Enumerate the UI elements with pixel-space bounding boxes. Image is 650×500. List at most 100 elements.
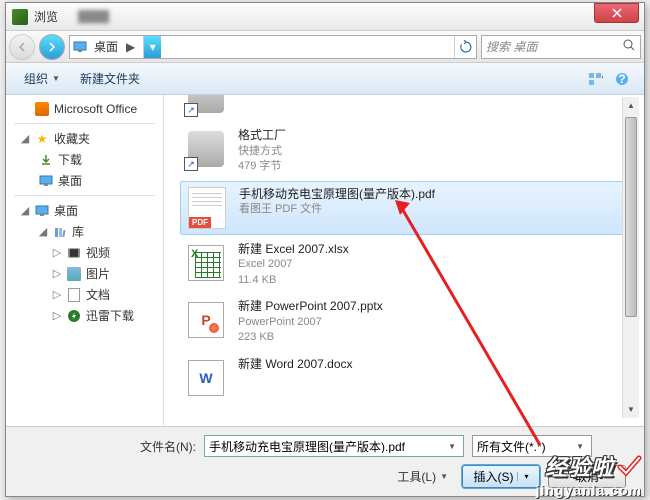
tools-menu[interactable]: 工具(L) ▼: [391, 466, 454, 487]
tree-item-pictures[interactable]: ▷ 图片: [6, 263, 163, 284]
filename-input[interactable]: [209, 439, 445, 453]
tree-label: 桌面: [54, 202, 78, 219]
breadcrumb[interactable]: 桌面 ▶ ▾: [69, 35, 477, 59]
star-icon: ★: [34, 131, 50, 147]
watermark: 经验啦 jingyanla.com: [536, 450, 642, 498]
chevron-down-icon: ▼: [440, 472, 448, 481]
expand-icon[interactable]: ▷: [52, 267, 62, 280]
file-dialog: 浏览 ████ 桌面 ▶ ▾ 搜索 桌面: [5, 2, 645, 497]
vertical-scrollbar[interactable]: ▲ ▼: [622, 97, 639, 418]
expand-icon[interactable]: ▷: [52, 309, 62, 322]
docx-icon: [184, 356, 228, 400]
file-name: 手机移动充电宝原理图(量产版本).pdf: [239, 186, 629, 203]
nav-tree[interactable]: Microsoft Office ◢ ★ 收藏夹 下载 桌面 ◢ 桌面: [6, 95, 164, 425]
file-name: 新建 Word 2007.docx: [238, 356, 630, 373]
svg-text:?: ?: [618, 72, 625, 86]
excel-app-icon: [12, 9, 28, 25]
pptx-icon: [184, 298, 228, 342]
search-input[interactable]: 搜索 桌面: [481, 35, 641, 59]
tree-item-favorites[interactable]: ◢ ★ 收藏夹: [6, 128, 163, 149]
new-folder-button[interactable]: 新建文件夹: [72, 66, 148, 91]
file-row[interactable]: 新建 Word 2007.docx: [180, 352, 634, 404]
refresh-button[interactable]: [454, 36, 476, 58]
scroll-thumb[interactable]: [625, 117, 637, 317]
close-button[interactable]: [594, 3, 639, 23]
toolbar: 组织 ▼ 新建文件夹 ?: [6, 63, 644, 95]
tree-item-desktop-fav[interactable]: 桌面: [6, 170, 163, 191]
expand-icon[interactable]: ◢: [38, 225, 48, 238]
file-row-selected[interactable]: 手机移动充电宝原理图(量产版本).pdf 看图王 PDF 文件: [180, 181, 634, 235]
tree-item-videos[interactable]: ▷ 视频: [6, 242, 163, 263]
tree-label: 图片: [86, 265, 110, 282]
file-name: 新建 PowerPoint 2007.pptx: [238, 298, 630, 315]
documents-icon: [66, 287, 82, 303]
arrow-left-icon: [16, 41, 28, 53]
download-icon: [38, 152, 54, 168]
thumbnails-icon: [588, 72, 604, 86]
window-title: 浏览: [34, 8, 58, 25]
file-row[interactable]: 新建 PowerPoint 2007.pptx PowerPoint 2007 …: [180, 294, 634, 350]
tree-label: Microsoft Office: [54, 102, 137, 116]
office-icon: [34, 101, 50, 117]
tree-item-libraries[interactable]: ◢ 库: [6, 221, 163, 242]
help-button[interactable]: ?: [610, 68, 634, 90]
tree-label: 收藏夹: [54, 130, 90, 147]
app-shortcut-icon: [184, 95, 228, 117]
expand-icon[interactable]: ▷: [52, 288, 62, 301]
pdf-icon: [185, 186, 229, 230]
nav-bar: 桌面 ▶ ▾ 搜索 桌面: [6, 31, 644, 63]
file-row[interactable]: 新建 Excel 2007.xlsx Excel 2007 11.4 KB: [180, 237, 634, 293]
file-name: 新建 Excel 2007.xlsx: [238, 241, 630, 258]
tree-item-xunlei[interactable]: ▷ 迅雷下载: [6, 305, 163, 326]
tree-label: 迅雷下载: [86, 307, 134, 324]
desktop-icon: [70, 37, 90, 57]
file-list[interactable]: 快捷方式 格式工厂 快捷方式 479 字节 手机移动充电宝原理图(量产版本).p…: [164, 95, 644, 425]
insert-button[interactable]: 插入(S) ▾: [462, 465, 540, 488]
tree-item-office[interactable]: Microsoft Office: [6, 99, 163, 119]
breadcrumb-arrow-icon[interactable]: ▶: [122, 40, 139, 54]
scroll-up-button[interactable]: ▲: [623, 97, 639, 114]
checkmark-icon: [616, 453, 642, 479]
breadcrumb-text: 桌面: [94, 38, 118, 55]
nav-forward-button[interactable]: [39, 34, 65, 60]
scroll-down-button[interactable]: ▼: [623, 401, 639, 418]
library-icon: [52, 224, 68, 240]
file-type: PowerPoint 2007: [238, 315, 630, 330]
close-icon: [612, 8, 622, 18]
xunlei-icon: [66, 308, 82, 324]
app-shortcut-icon: [184, 127, 228, 171]
tree-label: 桌面: [58, 172, 82, 189]
file-size: 479 字节: [238, 159, 630, 174]
file-name: 格式工厂: [238, 127, 630, 144]
chevron-down-icon: ▼: [52, 74, 60, 83]
pictures-icon: [66, 266, 82, 282]
help-icon: ?: [615, 72, 629, 86]
tree-label: 库: [72, 223, 84, 240]
organize-menu[interactable]: 组织 ▼: [16, 66, 68, 91]
tree-label: 下载: [58, 151, 82, 168]
content-area: Microsoft Office ◢ ★ 收藏夹 下载 桌面 ◢ 桌面: [6, 95, 644, 425]
expand-icon[interactable]: ▷: [52, 246, 62, 259]
breadcrumb-dropdown[interactable]: ▾: [143, 36, 161, 58]
newfolder-label: 新建文件夹: [80, 70, 140, 87]
expand-icon[interactable]: ◢: [20, 132, 30, 145]
chevron-down-icon[interactable]: ▼: [445, 442, 459, 451]
tree-item-downloads[interactable]: 下载: [6, 149, 163, 170]
file-row[interactable]: 快捷方式: [180, 95, 634, 121]
file-row[interactable]: 格式工厂 快捷方式 479 字节: [180, 123, 634, 179]
tree-label: 视频: [86, 244, 110, 261]
file-size: 223 KB: [238, 330, 630, 345]
tree-item-documents[interactable]: ▷ 文档: [6, 284, 163, 305]
view-mode-button[interactable]: [584, 68, 608, 90]
file-size: 11.4 KB: [238, 273, 630, 288]
file-type: 看图王 PDF 文件: [239, 202, 629, 217]
split-chevron-icon[interactable]: ▾: [517, 472, 528, 481]
search-placeholder: 搜索 桌面: [486, 38, 618, 55]
filename-combobox[interactable]: ▼: [204, 435, 464, 457]
insert-label: 插入(S): [473, 468, 513, 485]
expand-icon[interactable]: ◢: [20, 204, 30, 217]
refresh-icon: [459, 40, 473, 54]
nav-back-button[interactable]: [9, 34, 35, 60]
tree-item-desktop[interactable]: ◢ 桌面: [6, 200, 163, 221]
watermark-text: 经验啦: [545, 450, 614, 482]
